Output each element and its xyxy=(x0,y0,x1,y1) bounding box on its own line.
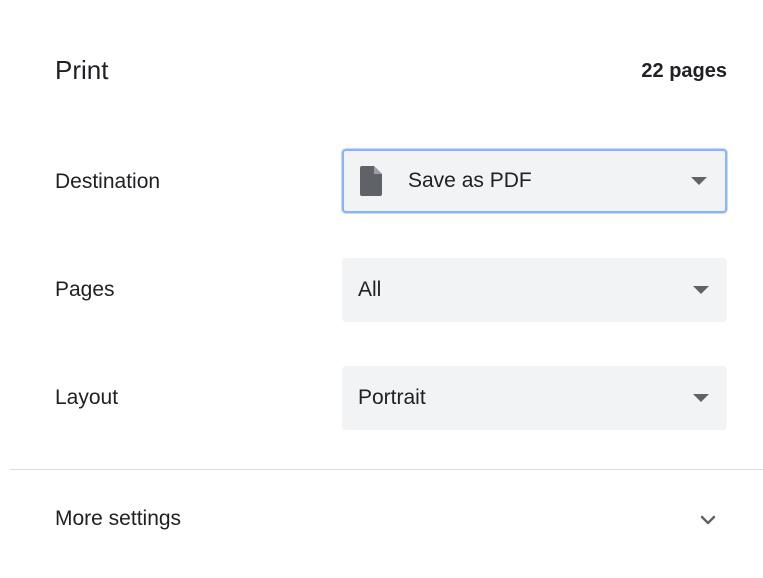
file-icon xyxy=(360,166,382,196)
layout-value: Portrait xyxy=(358,386,426,409)
caret-down-icon xyxy=(693,286,709,294)
more-settings-toggle[interactable]: More settings xyxy=(0,470,763,570)
destination-select[interactable]: Save as PDF xyxy=(342,149,727,213)
destination-value: Save as PDF xyxy=(408,169,532,192)
pages-select[interactable]: All xyxy=(342,258,727,322)
page-count: 22 pages xyxy=(641,60,727,82)
layout-label: Layout xyxy=(55,386,119,409)
pages-value: All xyxy=(358,278,382,301)
more-settings-label: More settings xyxy=(55,507,182,530)
chevron-down-icon xyxy=(700,515,716,525)
layout-select[interactable]: Portrait xyxy=(342,366,727,430)
caret-down-icon xyxy=(693,394,709,402)
destination-label: Destination xyxy=(55,170,161,193)
caret-down-icon xyxy=(691,177,707,185)
pages-label: Pages xyxy=(55,278,115,301)
page-title: Print xyxy=(55,55,109,85)
